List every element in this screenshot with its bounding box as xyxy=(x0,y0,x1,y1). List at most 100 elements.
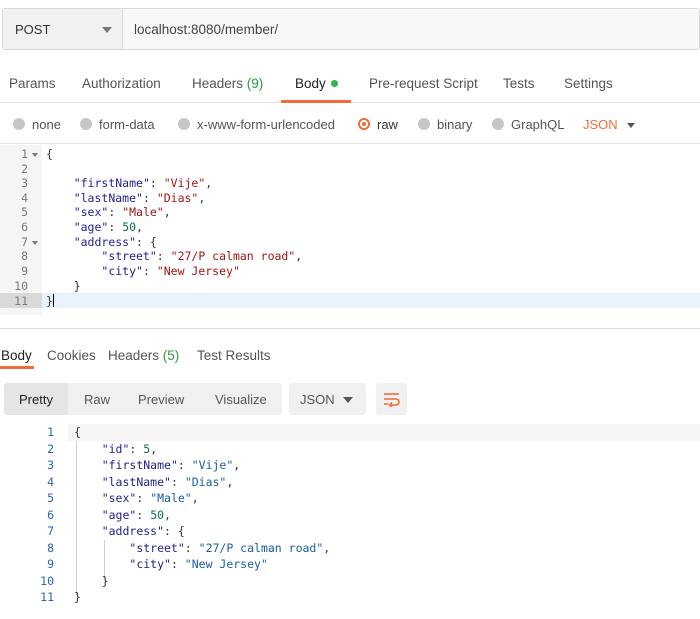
radio-x-www-form-urlencoded[interactable] xyxy=(178,118,190,130)
line-number: 9 xyxy=(47,557,54,571)
active-tab-indicator xyxy=(281,100,351,103)
code-line: "sex": "Male", xyxy=(101,491,199,505)
url-input[interactable]: localhost:8080/member/ xyxy=(123,9,699,49)
code-line: "sex": "Male", xyxy=(73,205,171,219)
url-text: localhost:8080/member/ xyxy=(134,21,279,37)
response-tab-test-results-label: Test Results xyxy=(197,348,271,363)
line-number: 2 xyxy=(21,162,28,176)
wrap-lines-button[interactable] xyxy=(376,383,407,415)
url-bar: POST localhost:8080/member/ xyxy=(2,8,700,50)
tab-authorization-label: Authorization xyxy=(82,76,161,91)
tab-authorization[interactable]: Authorization xyxy=(82,76,161,91)
request-body-editor[interactable]: 1 2 3 4 5 6 7 8 9 10 11 { "firstName": "… xyxy=(0,145,700,325)
response-format-group: Pretty Raw Preview Visualize xyxy=(4,383,282,415)
line-number: 1 xyxy=(47,425,54,439)
tab-settings-label: Settings xyxy=(564,76,613,91)
active-response-tab-indicator xyxy=(0,366,34,369)
fold-arrow-icon[interactable] xyxy=(32,241,38,245)
code-line: "firstName": "Vije", xyxy=(73,176,213,190)
wrap-lines-icon xyxy=(383,393,400,407)
tab-tests-label: Tests xyxy=(503,76,535,91)
code-line: } xyxy=(74,590,81,604)
tab-headers-count: (9) xyxy=(246,76,264,91)
radio-raw-label[interactable]: raw xyxy=(377,117,398,132)
line-number: 10 xyxy=(14,279,28,293)
radio-raw[interactable] xyxy=(358,118,370,130)
code-line: "street": "27/P calman road", xyxy=(101,249,303,263)
radio-none[interactable] xyxy=(13,118,25,130)
response-tab-body[interactable]: Body xyxy=(1,348,32,363)
code-line: "age": 50, xyxy=(73,220,143,234)
tab-pre-request-script-label: Pre-request Script xyxy=(369,76,478,91)
response-tabs: Body Cookies Headers (5) Test Results xyxy=(0,340,700,370)
chevron-down-icon[interactable] xyxy=(627,123,635,128)
chevron-down-icon xyxy=(343,397,353,403)
response-tab-headers[interactable]: Headers (5) xyxy=(108,348,179,363)
line-number: 6 xyxy=(47,508,54,522)
code-line: "address": { xyxy=(73,235,157,249)
radio-binary[interactable] xyxy=(418,118,430,130)
line-number: 8 xyxy=(21,249,28,263)
tab-settings[interactable]: Settings xyxy=(564,76,613,91)
radio-none-label[interactable]: none xyxy=(32,117,61,132)
line-number: 9 xyxy=(21,264,28,278)
code-line: "lastName": "Dias", xyxy=(73,191,206,205)
code-line: "address": { xyxy=(101,524,185,538)
radio-graphql[interactable] xyxy=(492,118,504,130)
line-number: 2 xyxy=(47,442,54,456)
line-number: 1 xyxy=(21,147,28,161)
code-line: "city": "New Jersey" xyxy=(101,264,240,278)
fold-arrow-icon[interactable] xyxy=(32,153,38,157)
pane-divider[interactable] xyxy=(0,328,700,329)
response-body-viewer[interactable]: 1 2 3 4 5 6 7 8 9 10 11 { "id": 5, "firs… xyxy=(0,423,700,613)
method-label: POST xyxy=(15,21,51,37)
tab-body-label: Body xyxy=(295,76,326,91)
line-number: 3 xyxy=(21,176,28,190)
response-tab-headers-count: (5) xyxy=(162,348,180,363)
line-number: 11 xyxy=(14,294,28,308)
radio-binary-label[interactable]: binary xyxy=(437,117,472,132)
tab-tests[interactable]: Tests xyxy=(503,76,535,91)
active-line-highlight xyxy=(68,424,700,441)
radio-graphql-label[interactable]: GraphQL xyxy=(511,117,564,132)
tab-pre-request-script[interactable]: Pre-request Script xyxy=(369,76,478,91)
code-line: { xyxy=(74,425,81,439)
active-line-highlight xyxy=(0,293,700,308)
code-line: { xyxy=(46,147,53,161)
radio-form-data[interactable] xyxy=(80,118,92,130)
body-type-selector: none form-data x-www-form-urlencoded raw… xyxy=(0,104,700,144)
line-number: 5 xyxy=(47,491,54,505)
response-tab-cookies-label: Cookies xyxy=(47,348,96,363)
format-preview-button[interactable]: Preview xyxy=(138,392,184,407)
format-raw-button[interactable]: Raw xyxy=(84,392,110,407)
line-number: 6 xyxy=(21,220,28,234)
code-line: } xyxy=(74,574,109,588)
format-pretty-button[interactable]: Pretty xyxy=(19,392,53,407)
response-language-label: JSON xyxy=(300,392,335,407)
tab-body[interactable]: Body xyxy=(295,76,338,91)
tab-params-label: Params xyxy=(9,76,56,91)
code-line: "street": "27/P calman road", xyxy=(129,541,331,555)
tab-headers[interactable]: Headers (9) xyxy=(192,76,263,91)
method-select[interactable]: POST xyxy=(3,9,123,49)
code-line: "lastName": "Dias", xyxy=(101,475,234,489)
chevron-down-icon xyxy=(102,27,112,33)
text-cursor xyxy=(52,294,55,307)
response-tab-body-label: Body xyxy=(1,348,32,363)
line-number: 5 xyxy=(21,205,28,219)
line-number: 11 xyxy=(40,590,54,604)
tab-headers-label: Headers xyxy=(192,76,244,91)
request-tabs: Params Authorization Headers (9) Body Pr… xyxy=(0,66,700,103)
code-line: "city": "New Jersey" xyxy=(129,557,268,571)
radio-form-data-label[interactable]: form-data xyxy=(99,117,155,132)
tab-params[interactable]: Params xyxy=(9,76,56,91)
response-language-select[interactable]: JSON xyxy=(289,383,366,415)
response-tab-cookies[interactable]: Cookies xyxy=(47,348,96,363)
body-format-select[interactable]: JSON xyxy=(583,117,618,132)
line-number: 7 xyxy=(21,235,28,249)
format-visualize-button[interactable]: Visualize xyxy=(215,392,267,407)
response-tab-test-results[interactable]: Test Results xyxy=(197,348,271,363)
closing-brace: } xyxy=(46,294,53,308)
radio-x-www-form-urlencoded-label[interactable]: x-www-form-urlencoded xyxy=(197,117,335,132)
code-line: "age": 50, xyxy=(101,508,171,522)
